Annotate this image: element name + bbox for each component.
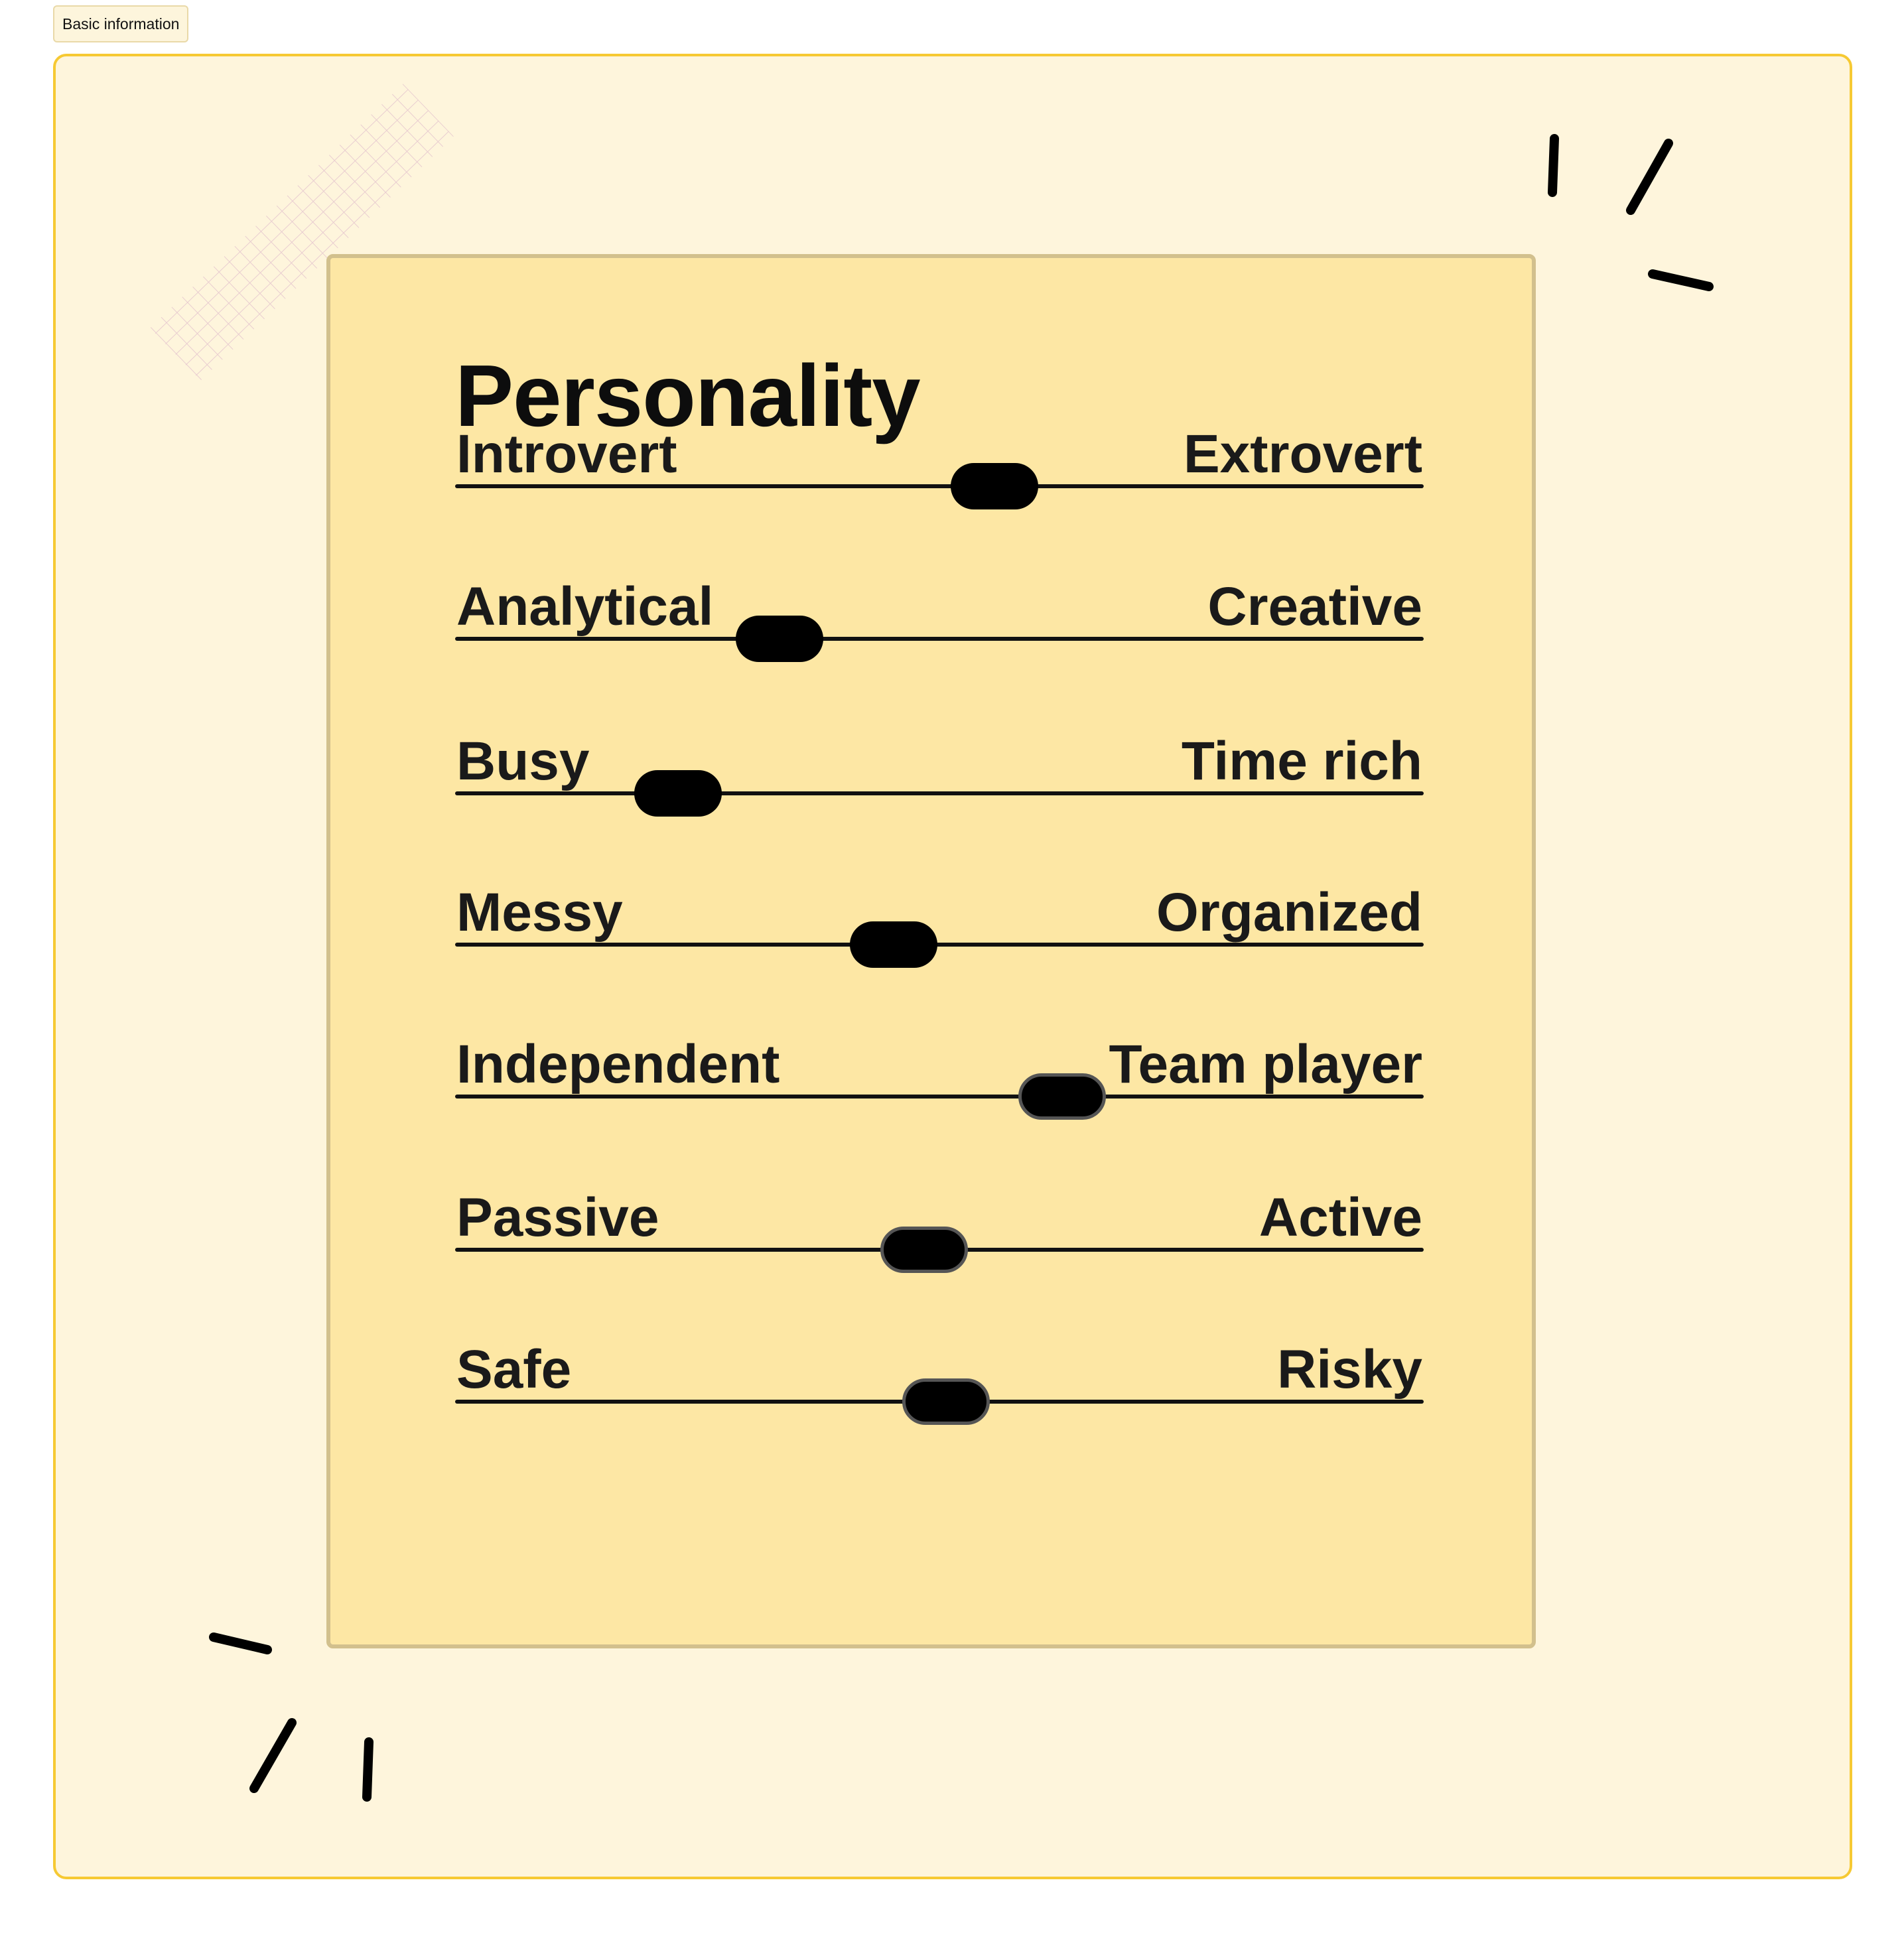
slider-thumb[interactable] bbox=[634, 770, 722, 817]
slider-label-right: Organized bbox=[1156, 882, 1422, 943]
slider-label-left: Safe bbox=[456, 1339, 572, 1400]
slider-thumb[interactable] bbox=[736, 616, 824, 662]
slider-row: Introvert Extrovert bbox=[455, 402, 1424, 509]
slider-thumb[interactable] bbox=[951, 463, 1039, 509]
slider-track[interactable] bbox=[455, 791, 1424, 795]
basic-information-tab[interactable]: Basic information bbox=[53, 5, 189, 42]
slider-label-right: Risky bbox=[1277, 1339, 1422, 1400]
slider-label-right: Extrovert bbox=[1183, 424, 1422, 484]
slider-thumb[interactable] bbox=[880, 1227, 968, 1273]
personality-card: Personality Introvert Extrovert Analytical… bbox=[326, 254, 1536, 1648]
slider-label-right: Active bbox=[1258, 1187, 1422, 1248]
slider-thumb[interactable] bbox=[902, 1378, 990, 1425]
slider-label-left: Passive bbox=[456, 1187, 659, 1248]
slider-thumb[interactable] bbox=[850, 921, 938, 968]
slider-row: Busy Time rich bbox=[455, 709, 1424, 817]
slider-row: Analytical Creative bbox=[455, 555, 1424, 662]
slider-label-right: Creative bbox=[1207, 576, 1422, 637]
slider-row: Messy Organized bbox=[455, 860, 1424, 968]
slider-label-right: Team player bbox=[1109, 1034, 1422, 1095]
slider-label-left: Independent bbox=[456, 1034, 780, 1095]
slider-row: Safe Risky bbox=[455, 1317, 1424, 1425]
slider-track[interactable] bbox=[455, 943, 1424, 947]
slider-row: Passive Active bbox=[455, 1166, 1424, 1273]
slider-label-left: Introvert bbox=[456, 424, 677, 484]
slider-label-left: Busy bbox=[456, 731, 590, 791]
slider-track[interactable] bbox=[455, 1095, 1424, 1099]
slider-row: Independent Team player bbox=[455, 1012, 1424, 1120]
slider-track[interactable] bbox=[455, 484, 1424, 488]
slider-thumb[interactable] bbox=[1018, 1073, 1107, 1120]
slider-label-left: Analytical bbox=[456, 576, 714, 637]
slider-label-left: Messy bbox=[456, 882, 623, 943]
slider-track[interactable] bbox=[455, 637, 1424, 641]
slider-label-right: Time rich bbox=[1181, 731, 1422, 791]
